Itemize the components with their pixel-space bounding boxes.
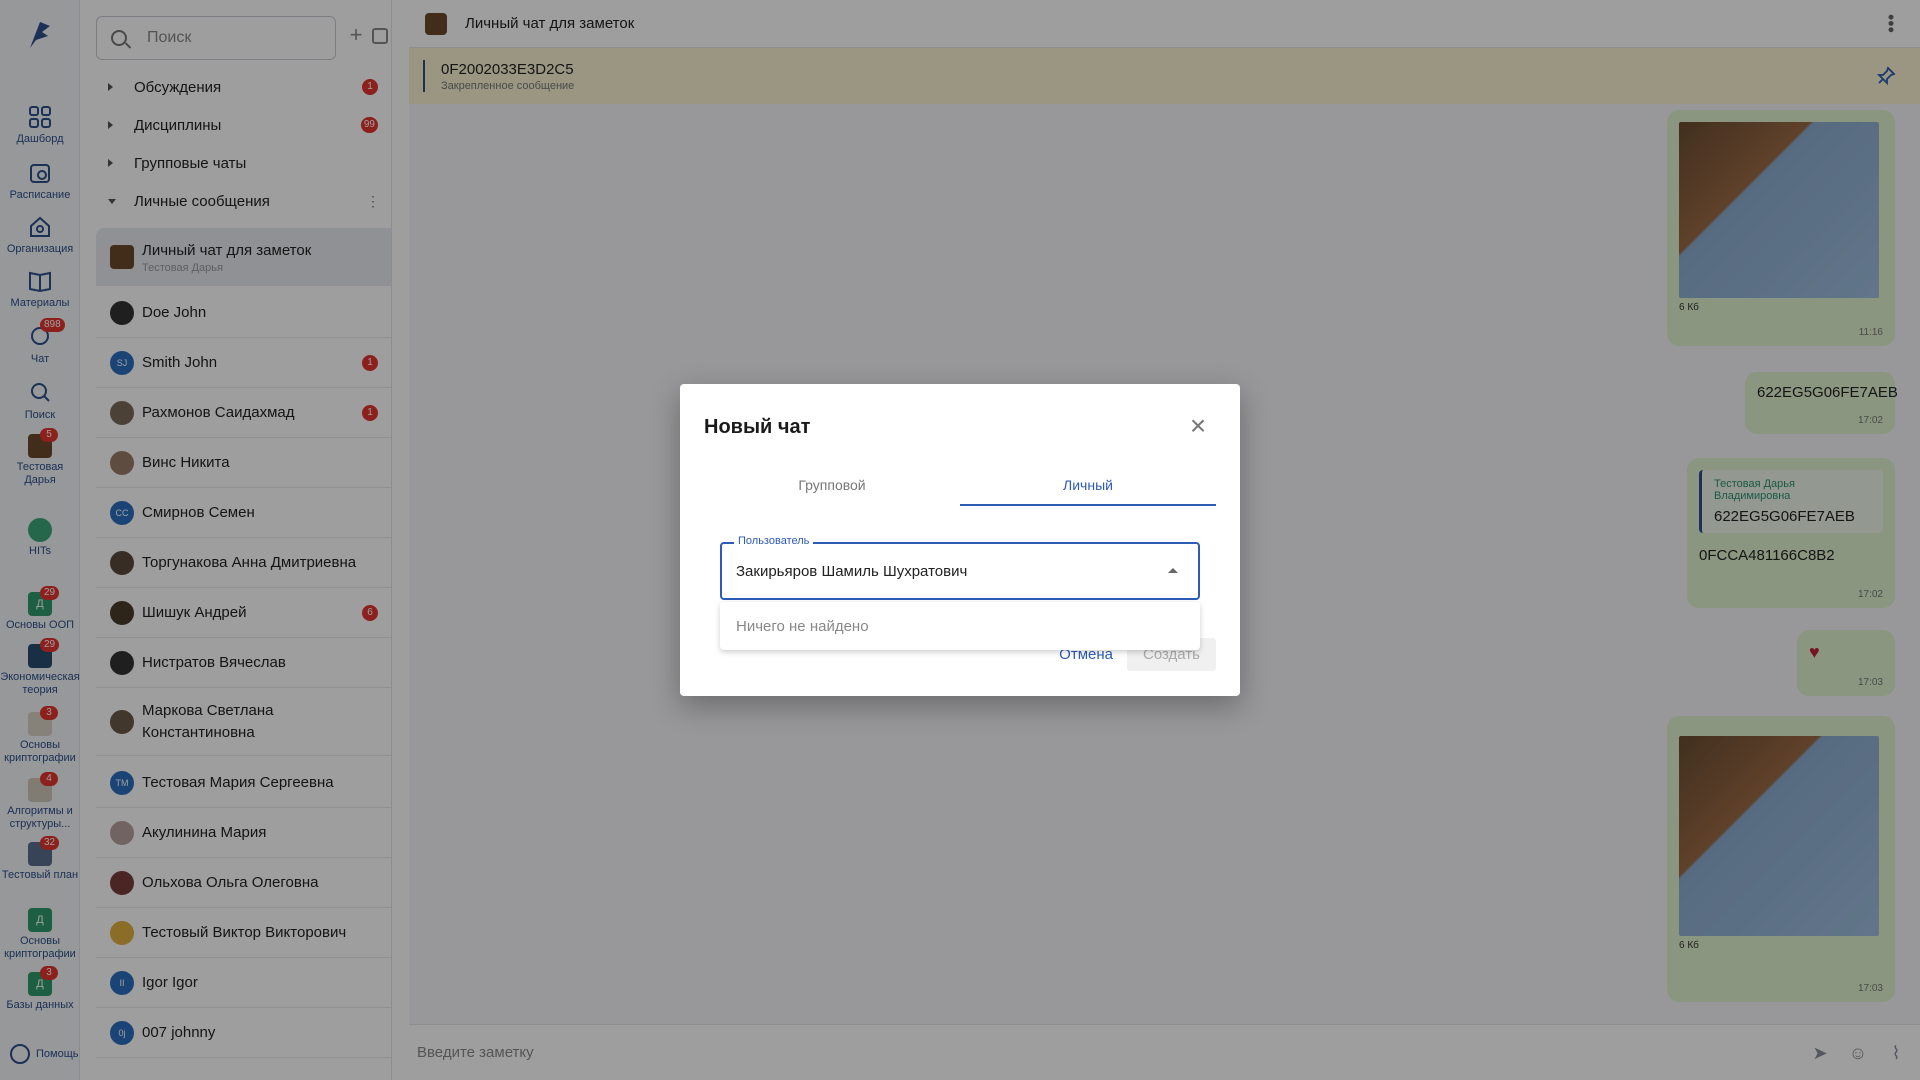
close-icon[interactable]: × (1184, 412, 1212, 440)
user-select-input[interactable]: Пользователь Закирьяров Шамиль Шухратови… (720, 535, 1200, 600)
field-label: Пользователь (734, 535, 814, 547)
no-results-text: Ничего не найдено (736, 617, 869, 635)
chat-type-tabs: Групповой Личный (704, 464, 1216, 506)
field-value: Закирьяров Шамиль Шухратович (736, 562, 968, 580)
dialog-title: Новый чат (704, 416, 811, 438)
tab-group[interactable]: Групповой (704, 464, 960, 506)
autocomplete-dropdown: Ничего не найдено (720, 602, 1200, 650)
new-chat-dialog: Новый чат × Групповой Личный Пользовател… (680, 384, 1240, 696)
chevron-up-icon[interactable] (1168, 568, 1178, 573)
tab-personal[interactable]: Личный (960, 464, 1216, 506)
